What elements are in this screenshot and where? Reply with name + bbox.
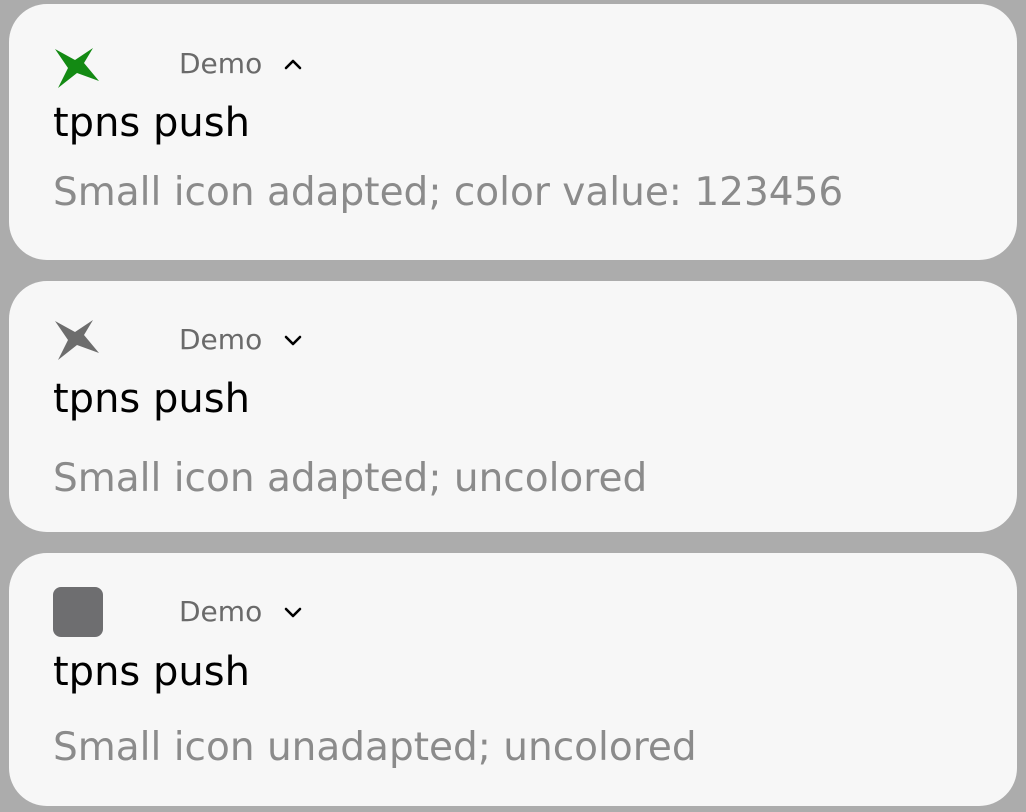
bird-icon-shape: [55, 320, 99, 360]
notification-body: Small icon adapted; color value: 123456: [53, 170, 844, 215]
app-name: Demo: [179, 47, 263, 80]
app-name: Demo: [179, 595, 263, 628]
notification-title: tpns push: [53, 649, 250, 695]
notification-title: tpns push: [53, 100, 250, 146]
notification-card[interactable]: Demo tpns push Small icon adapted; color…: [9, 4, 1017, 260]
notification-title: tpns push: [53, 376, 250, 422]
bird-icon: [53, 314, 103, 364]
chevron-up-icon[interactable]: [283, 57, 303, 71]
notification-card[interactable]: Demo tpns push Small icon adapted; uncol…: [9, 281, 1017, 532]
notification-body: Small icon adapted; uncolored: [53, 456, 648, 501]
notification-body: Small icon unadapted; uncolored: [53, 725, 697, 770]
square-icon: [53, 587, 103, 637]
chevron-down-icon[interactable]: [283, 333, 303, 347]
bird-icon: [53, 42, 103, 92]
chevron-down-icon[interactable]: [283, 605, 303, 619]
app-name: Demo: [179, 323, 263, 356]
bird-icon-shape: [55, 48, 99, 88]
notification-card[interactable]: Demo tpns push Small icon unadapted; unc…: [9, 553, 1017, 806]
